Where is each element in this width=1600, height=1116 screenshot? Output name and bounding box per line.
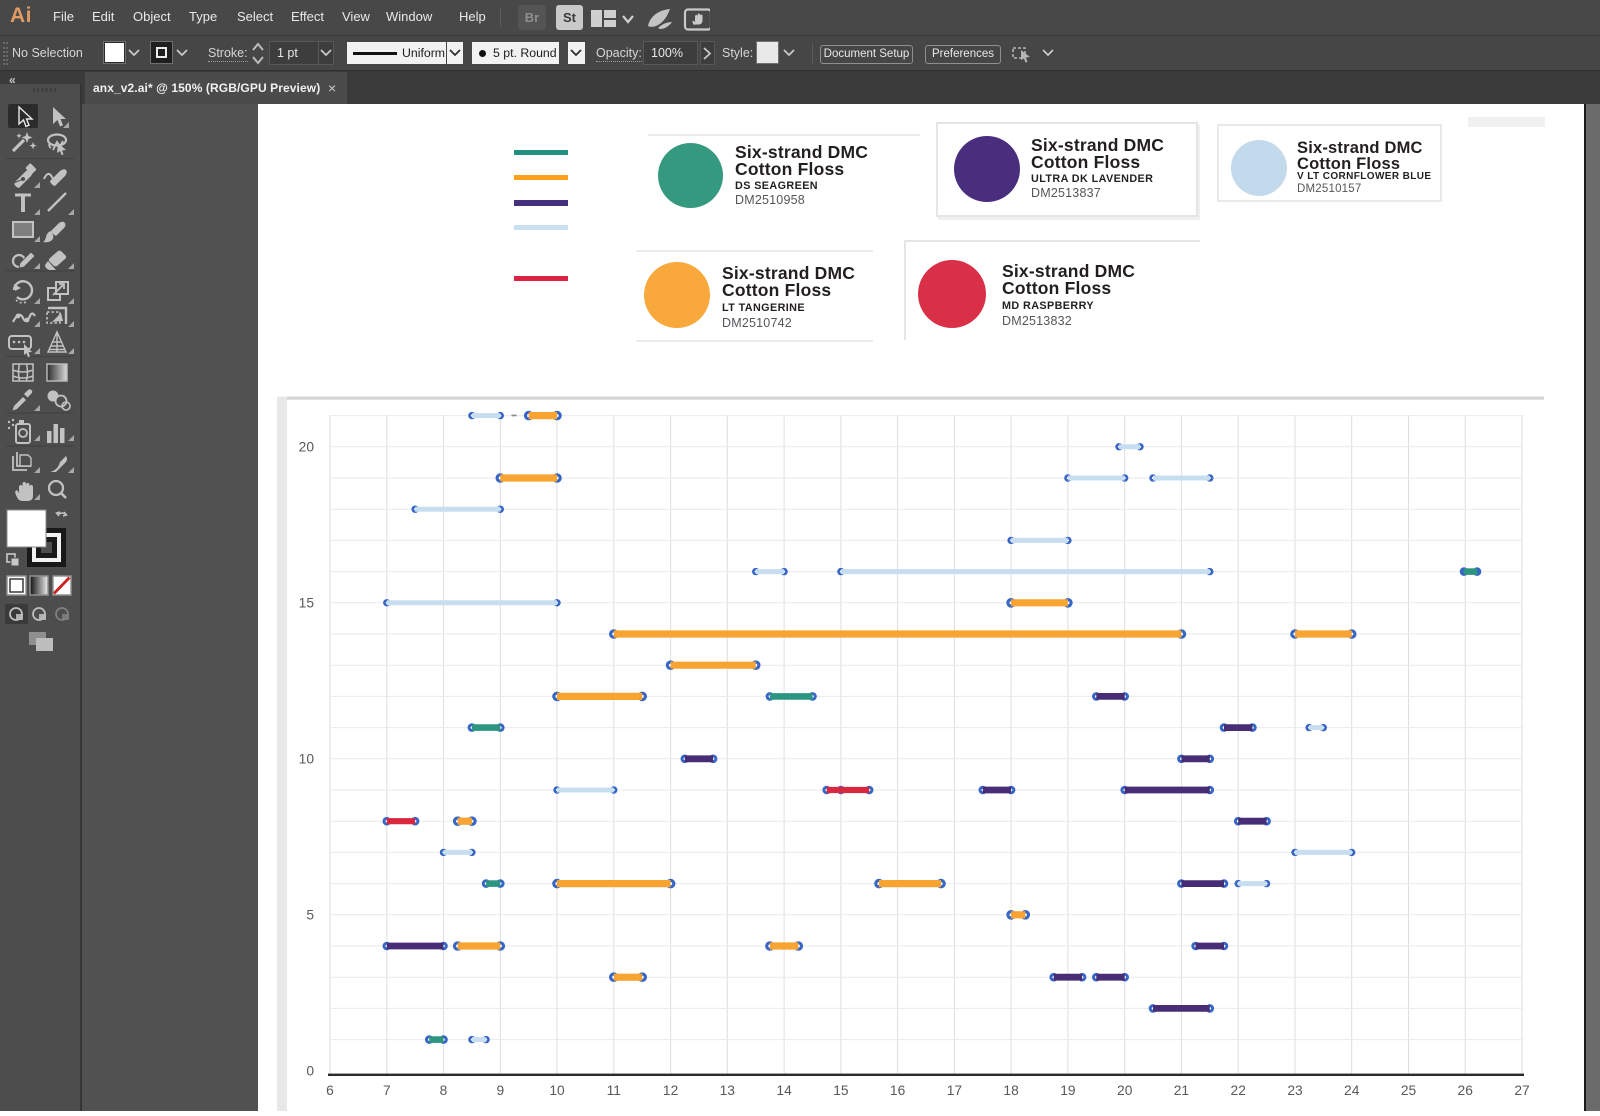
- svg-text:10: 10: [299, 752, 315, 767]
- svg-text:10: 10: [549, 1083, 565, 1098]
- svg-text:14: 14: [776, 1083, 792, 1098]
- svg-text:21: 21: [1174, 1083, 1189, 1098]
- svg-text:16: 16: [890, 1083, 906, 1098]
- svg-text:9: 9: [496, 1083, 504, 1098]
- svg-text:7: 7: [383, 1083, 391, 1098]
- svg-text:23: 23: [1287, 1083, 1303, 1098]
- svg-text:15: 15: [299, 596, 315, 611]
- svg-text:12: 12: [663, 1083, 678, 1098]
- svg-text:27: 27: [1514, 1083, 1529, 1098]
- svg-text:26: 26: [1458, 1083, 1474, 1098]
- svg-text:13: 13: [720, 1083, 736, 1098]
- svg-text:5: 5: [306, 908, 314, 923]
- svg-text:0: 0: [306, 1064, 314, 1079]
- svg-text:18: 18: [1003, 1083, 1019, 1098]
- svg-text:T: T: [15, 188, 32, 218]
- svg-text:24: 24: [1344, 1083, 1360, 1098]
- svg-text:11: 11: [607, 1083, 621, 1098]
- svg-text:6: 6: [326, 1083, 334, 1098]
- svg-text:8: 8: [440, 1083, 448, 1098]
- svg-text:20: 20: [299, 440, 315, 455]
- svg-text:22: 22: [1231, 1083, 1246, 1098]
- svg-text:19: 19: [1060, 1083, 1076, 1098]
- svg-text:25: 25: [1401, 1083, 1417, 1098]
- svg-text:15: 15: [833, 1083, 849, 1098]
- svg-text:17: 17: [947, 1083, 962, 1098]
- svg-text:20: 20: [1117, 1083, 1133, 1098]
